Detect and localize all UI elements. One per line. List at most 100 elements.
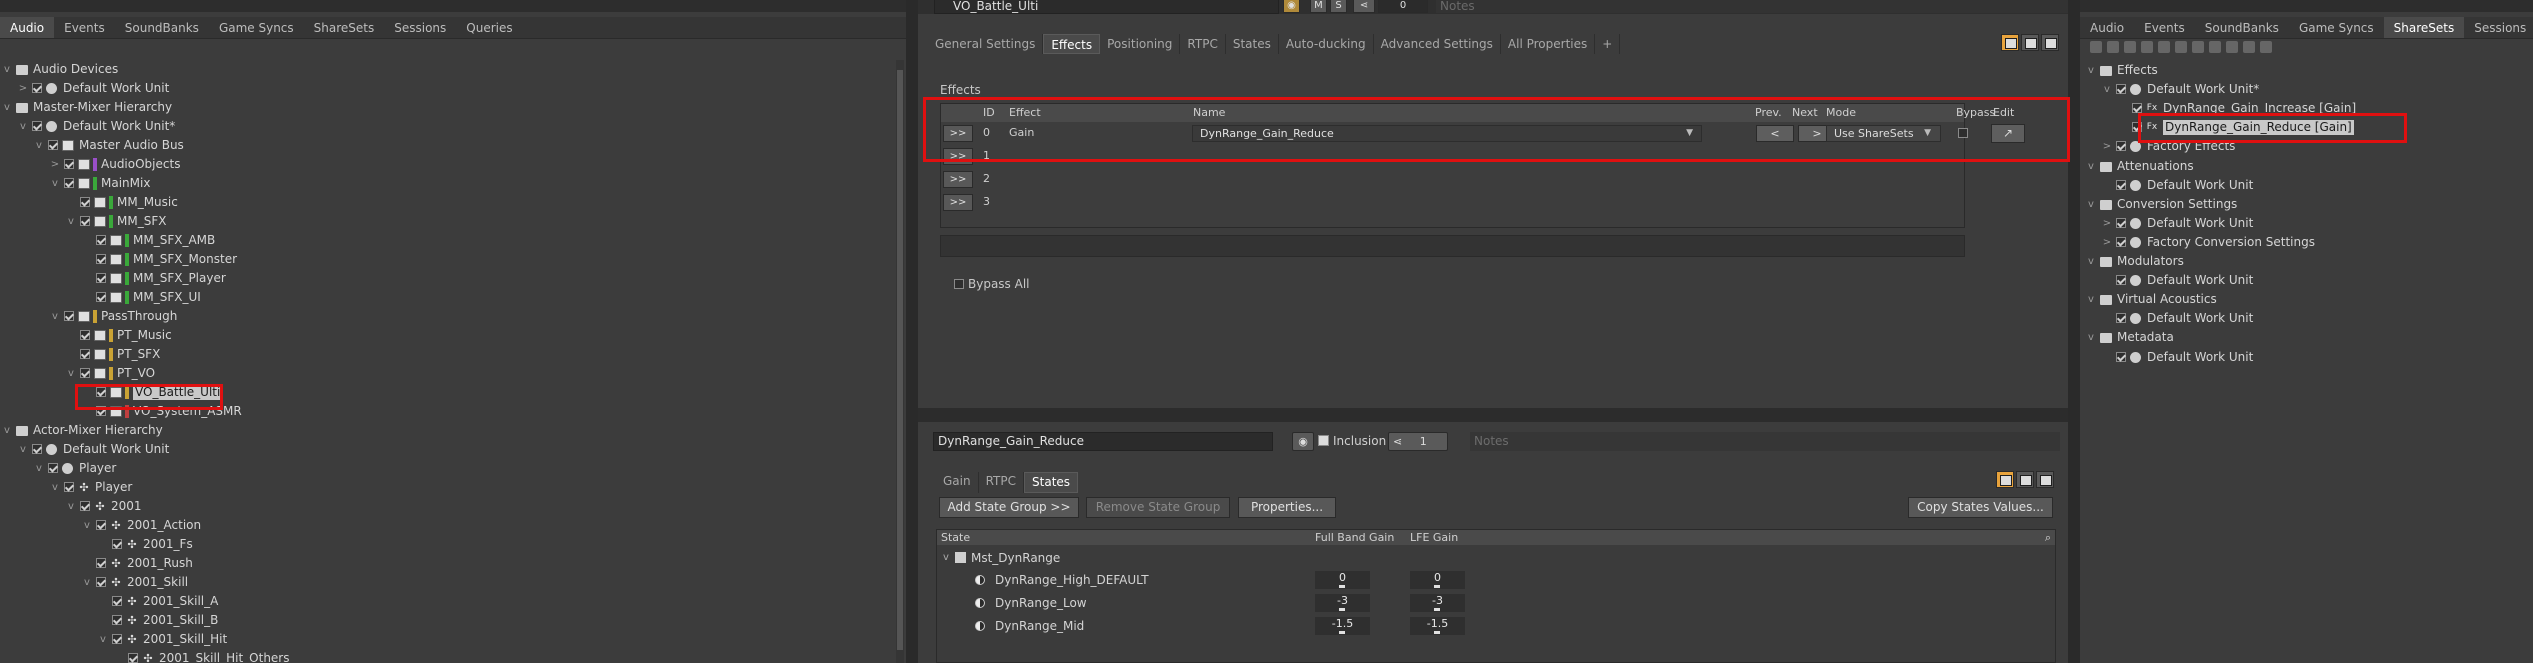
tree-item[interactable]: VO_System_ASMR — [0, 402, 892, 421]
full-band-gain-value[interactable]: -3 — [1315, 594, 1370, 612]
chevron-down-icon[interactable]: v — [34, 136, 44, 155]
effect-browse-button[interactable]: >> — [943, 194, 973, 211]
chevron-right-icon[interactable]: > — [2102, 233, 2112, 252]
tab-sharesets[interactable]: ShareSets — [2383, 17, 2465, 38]
search-bar[interactable] — [0, 0, 906, 12]
checkbox[interactable] — [80, 216, 90, 226]
layout-split-icon[interactable] — [2021, 34, 2039, 51]
tree-item[interactable]: v Master-Mixer Hierarchy — [0, 98, 892, 117]
tab-gain[interactable]: Gain — [936, 472, 979, 493]
tab-audio[interactable]: Audio — [0, 17, 55, 38]
checkbox[interactable] — [64, 178, 74, 188]
layout-stack-icon[interactable] — [2041, 34, 2059, 51]
layout-stack-icon[interactable] — [2036, 471, 2054, 488]
effect-slot-row[interactable]: >> 0 Gain DynRange_Gain_Reduce ▼ < > Use ShareS… — [941, 122, 2025, 144]
wwise-icon[interactable]: ◉ — [1283, 0, 1300, 13]
layout-split-icon[interactable] — [2016, 471, 2034, 488]
checkbox[interactable] — [96, 235, 106, 245]
checkbox[interactable] — [2116, 313, 2126, 324]
bypass-all-checkbox[interactable] — [954, 279, 964, 289]
copy-states-values-button[interactable]: Copy States Values... — [1908, 497, 2053, 518]
tree-item[interactable]: MM_SFX_UI — [0, 288, 892, 307]
tree-item[interactable]: ✣ 2001_Skill_Hit_Others — [0, 649, 892, 663]
checkbox[interactable] — [2116, 84, 2126, 95]
checkbox[interactable] — [2116, 179, 2126, 190]
shareset-reference-count[interactable]: ⋖ 1 — [1388, 432, 1448, 451]
tree-item[interactable]: ✣ 2001_Skill_B — [0, 611, 892, 630]
tree-item[interactable]: v ✣ 2001 — [0, 497, 892, 516]
remove-state-group-button[interactable]: Remove State Group — [1086, 497, 1230, 518]
chevron-right-icon[interactable]: > — [2102, 214, 2112, 233]
full-band-gain-value[interactable]: -1.5 — [1315, 617, 1370, 635]
tree-item[interactable]: > Factory Conversion Settings — [2080, 233, 2519, 252]
tree-item[interactable]: Fx DynRange_Gain_Reduce [Gain] — [2080, 118, 2519, 137]
chevron-down-icon[interactable]: v — [66, 212, 76, 231]
tool-icon[interactable] — [2192, 41, 2204, 53]
tab-rtpc[interactable]: RTPC — [1180, 34, 1226, 54]
chevron-down-icon[interactable]: v — [34, 459, 44, 478]
effect-browse-button[interactable]: >> — [943, 148, 973, 165]
edit-effect-button[interactable]: ↗ — [1991, 124, 2025, 143]
checkbox[interactable] — [2116, 275, 2126, 286]
share-icon[interactable]: ⋖ — [1353, 0, 1375, 13]
tab-events[interactable]: Events — [2134, 17, 2195, 38]
left-scrollbar[interactable] — [896, 60, 904, 663]
chevron-down-icon[interactable]: v — [66, 364, 76, 383]
tab-rtpc[interactable]: RTPC — [979, 472, 1025, 493]
chevron-down-icon[interactable]: v — [2086, 195, 2096, 214]
tree-item[interactable]: MM_SFX_Monster — [0, 250, 892, 269]
chevron-down-icon[interactable]: v — [2086, 157, 2096, 176]
tab-general-settings[interactable]: General Settings — [928, 34, 1044, 54]
chevron-down-icon[interactable]: v — [2086, 328, 2096, 347]
checkbox[interactable] — [80, 197, 90, 207]
checkbox[interactable] — [96, 254, 106, 264]
tree-item[interactable]: Default Work Unit — [2080, 348, 2519, 367]
state-row[interactable]: DynRange_Mid -1.5 -1.5 — [937, 615, 2055, 637]
mute-button[interactable]: M — [1310, 0, 1327, 13]
checkbox[interactable] — [96, 558, 106, 568]
tab-states[interactable]: States — [1226, 34, 1279, 54]
solo-button[interactable]: S — [1330, 0, 1347, 13]
checkbox[interactable] — [96, 273, 106, 283]
tree-item[interactable]: ✣ 2001_Fs — [0, 535, 892, 554]
tool-icon[interactable] — [2243, 41, 2255, 53]
tree-item[interactable]: v ✣ 2001_Action — [0, 516, 892, 535]
tree-item[interactable]: v Actor-Mixer Hierarchy — [0, 421, 892, 440]
tree-item[interactable]: ✣ 2001_Rush — [0, 554, 892, 573]
chevron-down-icon[interactable]: v — [2, 98, 12, 117]
shareset-settings-icon[interactable]: ◉ — [1292, 432, 1314, 451]
layout-single-icon[interactable] — [2001, 34, 2019, 51]
checkbox[interactable] — [64, 159, 74, 169]
tab-audio[interactable]: Audio — [2080, 17, 2134, 38]
tree-item[interactable]: VO_Battle_Ulti — [0, 383, 892, 402]
tool-icon[interactable] — [2107, 41, 2119, 53]
tool-icon[interactable] — [2175, 41, 2187, 53]
bypass-all[interactable]: Bypass All — [940, 277, 1030, 291]
splitter-left[interactable] — [906, 0, 918, 663]
chevron-down-icon[interactable]: v — [50, 307, 60, 326]
chevron-down-icon[interactable]: v — [50, 174, 60, 193]
tab-states[interactable]: States — [1024, 472, 1079, 493]
checkbox[interactable] — [32, 444, 42, 454]
scrollbar-thumb[interactable] — [897, 70, 903, 650]
checkbox[interactable] — [64, 311, 74, 321]
tree-item[interactable]: PT_SFX — [0, 345, 892, 364]
tab-soundbanks[interactable]: SoundBanks — [115, 17, 209, 38]
inclusion-toggle[interactable]: Inclusion — [1318, 434, 1386, 448]
tab-sessions[interactable]: Sessions — [2464, 17, 2533, 38]
effect-shareset-combo[interactable]: DynRange_Gain_Reduce ▼ — [1192, 125, 1702, 142]
checkbox[interactable] — [112, 539, 122, 549]
chevron-down-icon[interactable]: v — [66, 497, 76, 516]
checkbox[interactable] — [80, 349, 90, 359]
tab--[interactable]: + — [1595, 34, 1621, 54]
chevron-down-icon[interactable]: v — [2102, 80, 2112, 99]
chevron-down-icon[interactable]: v — [2086, 290, 2096, 309]
tool-icon[interactable] — [2158, 41, 2170, 53]
checkbox[interactable] — [112, 615, 122, 625]
tree-item[interactable]: v Modulators — [2080, 252, 2519, 271]
checkbox[interactable] — [48, 463, 58, 473]
checkbox[interactable] — [2116, 351, 2126, 362]
checkbox[interactable] — [2132, 122, 2142, 133]
tree-item[interactable]: v PassThrough — [0, 307, 892, 326]
tree-item[interactable]: v Default Work Unit* — [0, 117, 892, 136]
